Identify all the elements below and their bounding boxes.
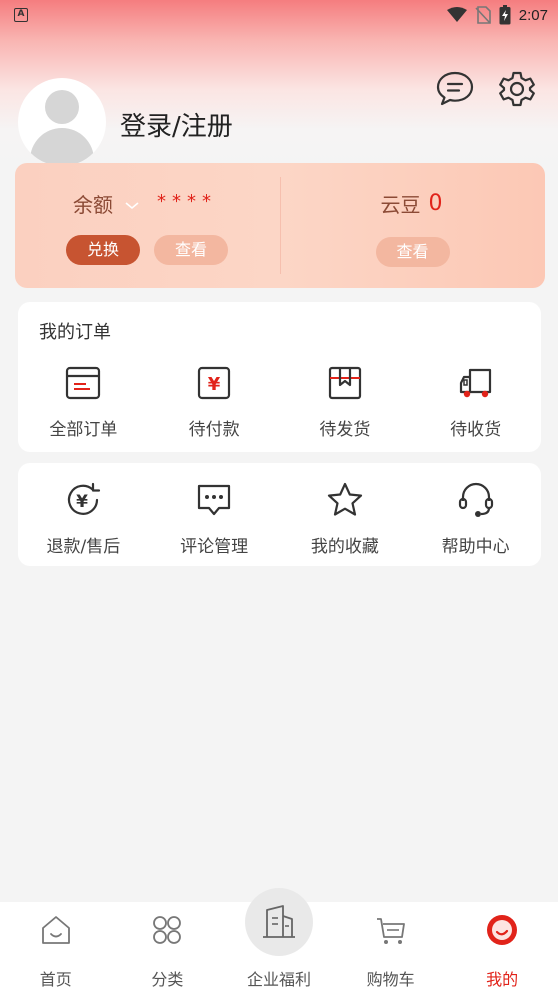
home-icon (41, 916, 70, 944)
order-pending-shipment[interactable]: 待发货 (280, 364, 411, 440)
order-all[interactable]: 全部订单 (18, 364, 149, 440)
refund-icon: ¥ (68, 482, 101, 515)
order-pending-shipment-label: 待发货 (319, 420, 371, 440)
tab-profile-label: 我的 (486, 970, 519, 989)
orders-grid: 全部订单 ¥ 待付款 待发货 待收货 (18, 364, 541, 440)
avatar[interactable] (18, 78, 106, 166)
order-all-label: 全部订单 (49, 420, 118, 440)
order-pending-receipt-label: 待收货 (450, 420, 502, 440)
avatar-body (30, 128, 94, 166)
status-time: 2:07 (518, 6, 548, 24)
my-orders-card: 我的订单 全部订单 ¥ 待付款 待发货 待收货 (18, 302, 541, 452)
headset-icon (458, 482, 493, 517)
settings-gear-icon[interactable] (498, 70, 536, 108)
tab-enterprise-welfare[interactable]: 企业福利 (223, 888, 335, 992)
app-indicator-icon: A (14, 8, 28, 22)
balance-card: 余额 **** 兑换 查看 云豆 0 查看 (15, 163, 545, 288)
order-pending-payment[interactable]: ¥ 待付款 (149, 364, 280, 440)
all-orders-icon (66, 366, 101, 400)
svg-text:¥: ¥ (76, 492, 88, 512)
svg-text:¥: ¥ (208, 374, 221, 395)
message-icon[interactable] (436, 70, 474, 108)
yundou-section: 云豆 0 查看 (281, 163, 546, 288)
yundou-label: 云豆 (380, 193, 421, 217)
service-help[interactable]: 帮助中心 (410, 481, 541, 557)
center-tab-circle[interactable] (244, 888, 313, 956)
pending-payment-icon: ¥ (198, 366, 231, 400)
login-register-link[interactable]: 登录/注册 (120, 106, 233, 143)
services-card: ¥ 退款/售后 评论管理 我的收藏 帮助中心 (18, 463, 541, 566)
service-comments[interactable]: 评论管理 (149, 481, 280, 557)
tab-enterprise-welfare-label: 企业福利 (246, 970, 311, 989)
yundou-value: 0 (428, 191, 443, 216)
service-favorites-label: 我的收藏 (310, 537, 379, 557)
comment-icon (198, 484, 231, 516)
balance-masked-value: **** (157, 191, 217, 212)
battery-charging-icon (499, 5, 511, 25)
profile-icon (487, 915, 518, 945)
header-actions (436, 70, 536, 108)
star-icon (327, 482, 362, 516)
my-orders-title: 我的订单 (39, 322, 111, 343)
order-pending-receipt[interactable]: 待收货 (410, 364, 541, 440)
tab-home[interactable]: 首页 (0, 902, 112, 992)
status-bar: A 2:07 (0, 0, 558, 30)
bottom-tab-bar: 首页 分类 企业福利 购物车 我的 (0, 888, 558, 992)
tab-category[interactable]: 分类 (112, 902, 224, 992)
balance-section: 余额 **** 兑换 查看 (15, 163, 280, 288)
pending-shipment-icon (328, 366, 361, 400)
yundou-view-button[interactable]: 查看 (375, 237, 450, 267)
building-icon (262, 905, 295, 938)
no-sim-icon (475, 6, 491, 24)
balance-label: 余额 (73, 193, 113, 217)
chevron-down-icon[interactable] (125, 201, 139, 210)
wifi-icon (446, 7, 467, 22)
tab-category-label: 分类 (151, 970, 184, 989)
tab-home-label: 首页 (39, 970, 72, 989)
pending-receipt-icon (459, 368, 491, 398)
exchange-button[interactable]: 兑换 (66, 235, 140, 265)
service-refund-label: 退款/售后 (46, 537, 121, 557)
service-favorites[interactable]: 我的收藏 (280, 481, 411, 557)
services-grid: ¥ 退款/售后 评论管理 我的收藏 帮助中心 (18, 481, 541, 557)
service-refund[interactable]: ¥ 退款/售后 (18, 481, 149, 557)
cart-icon (376, 918, 405, 944)
tab-profile[interactable]: 我的 (446, 902, 558, 992)
avatar-head (45, 90, 79, 124)
category-icon (153, 916, 182, 944)
tab-cart-label: 购物车 (366, 970, 415, 989)
order-pending-payment-label: 待付款 (188, 420, 240, 440)
service-help-label: 帮助中心 (441, 537, 510, 557)
balance-view-button[interactable]: 查看 (154, 235, 228, 265)
service-comments-label: 评论管理 (180, 537, 249, 557)
tab-cart[interactable]: 购物车 (335, 902, 447, 992)
profile-section[interactable]: 登录/注册 (18, 78, 233, 166)
